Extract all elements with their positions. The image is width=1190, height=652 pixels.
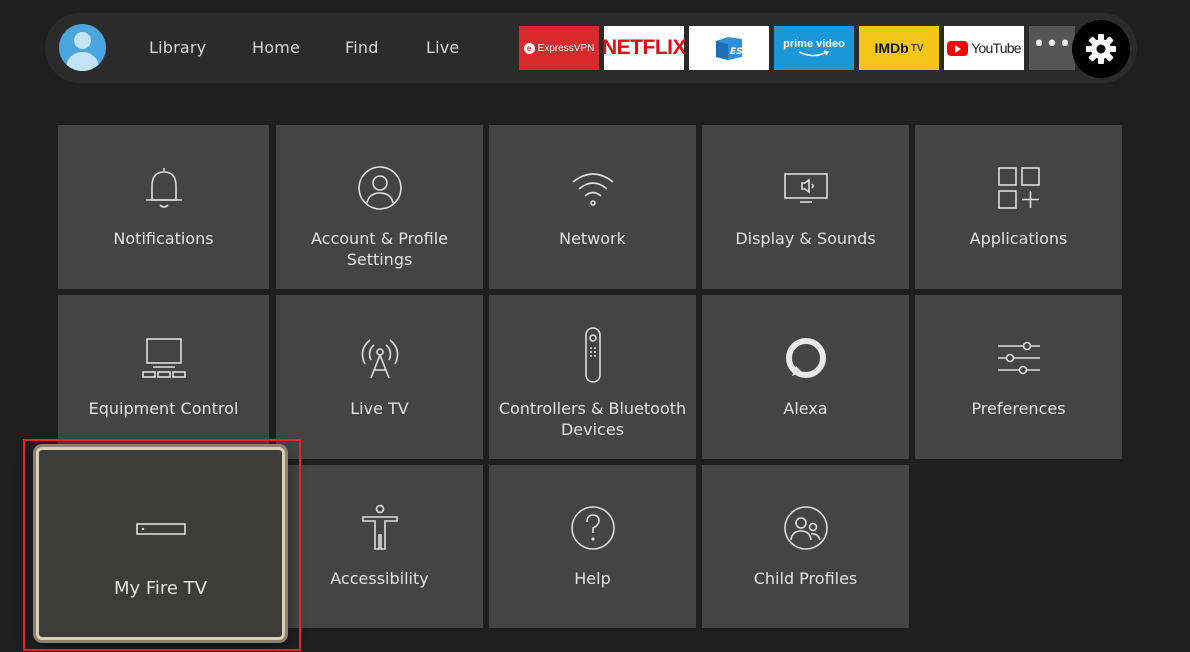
tile-child-profiles-label: Child Profiles — [753, 569, 858, 588]
nav-find[interactable]: Find — [345, 13, 379, 83]
tile-accessibility-label: Accessibility — [330, 569, 429, 588]
app-youtube-label: YouTube — [971, 40, 1021, 56]
tile-applications-label: Applications — [969, 229, 1068, 248]
antenna-icon — [353, 331, 407, 385]
tile-controllers-bluetooth-label: Controllers & Bluetooth Devices — [498, 399, 687, 439]
bell-icon — [137, 161, 191, 215]
tile-preferences-label: Preferences — [971, 399, 1066, 418]
app-expressvpn[interactable]: e ExpressVPN — [519, 26, 599, 70]
app-imdb-suffix: TV — [910, 42, 924, 54]
tile-help[interactable]: Help — [489, 465, 696, 628]
tile-child-profiles[interactable]: Child Profiles — [702, 465, 909, 628]
tile-applications[interactable]: Applications — [915, 125, 1122, 289]
tile-live-tv[interactable]: Live TV — [276, 295, 483, 459]
amazon-smile-icon — [798, 50, 830, 57]
youtube-play-icon — [947, 40, 969, 56]
app-imdb-label: IMDb — [874, 40, 909, 56]
tile-accessibility[interactable]: Accessibility — [276, 465, 483, 628]
tile-equipment-control[interactable]: Equipment Control — [58, 295, 269, 459]
es-logo-text: ES — [730, 47, 743, 57]
tile-display-sounds-label: Display & Sounds — [735, 229, 876, 248]
nav-library[interactable]: Library — [149, 13, 206, 83]
tile-equipment-control-label: Equipment Control — [88, 399, 239, 418]
apps-grid-icon — [992, 161, 1046, 215]
wifi-icon — [566, 161, 620, 215]
app-prime-video[interactable]: prime video — [774, 26, 854, 70]
tile-network[interactable]: Network — [489, 125, 696, 289]
app-youtube[interactable]: YouTube — [944, 26, 1024, 70]
highlight-annotation-box — [23, 439, 301, 651]
nav-home[interactable]: Home — [252, 13, 300, 83]
tile-alexa-label: Alexa — [783, 399, 828, 418]
app-imdb-tv[interactable]: IMDb TV — [859, 26, 939, 70]
settings-gear-button[interactable] — [1072, 20, 1130, 78]
tile-live-tv-label: Live TV — [350, 399, 409, 418]
help-question-icon — [566, 501, 620, 555]
tv-speaker-icon — [779, 161, 833, 215]
more-apps-button[interactable]: ••• — [1029, 26, 1075, 70]
tile-account-profile-settings[interactable]: Account & Profile Settings — [276, 125, 483, 289]
app-netflix[interactable]: NETFLIX — [602, 26, 687, 70]
sliders-icon — [992, 331, 1046, 385]
tile-notifications-label: Notifications — [113, 229, 214, 248]
top-navigation-bar: Library Home Find Live e ExpressVPN NETF… — [45, 13, 1137, 83]
tile-notifications[interactable]: Notifications — [58, 125, 269, 289]
app-es-file-explorer[interactable]: ES — [689, 26, 769, 70]
tile-network-label: Network — [559, 229, 626, 248]
tile-alexa[interactable]: Alexa — [702, 295, 909, 459]
app-netflix-label: NETFLIX — [602, 36, 687, 59]
es-file-explorer-icon: ES — [716, 37, 743, 60]
tile-help-label: Help — [574, 569, 611, 588]
expressvpn-logo-icon: e — [523, 42, 535, 54]
tile-preferences[interactable]: Preferences — [915, 295, 1122, 459]
gear-icon — [1086, 34, 1116, 64]
tile-account-profile-settings-label: Account & Profile Settings — [311, 229, 448, 269]
accessibility-person-icon — [353, 501, 407, 555]
child-profiles-icon — [779, 501, 833, 555]
user-circle-icon — [353, 161, 407, 215]
app-expressvpn-label: ExpressVPN — [537, 42, 595, 54]
tile-display-sounds[interactable]: Display & Sounds — [702, 125, 909, 289]
monitor-icon — [137, 331, 191, 385]
app-prime-label: prime video — [783, 38, 845, 50]
remote-icon — [566, 325, 620, 385]
nav-live[interactable]: Live — [426, 13, 459, 83]
tile-controllers-bluetooth[interactable]: Controllers & Bluetooth Devices — [489, 295, 696, 459]
profile-avatar[interactable] — [59, 24, 106, 71]
alexa-ring-icon — [779, 331, 833, 385]
